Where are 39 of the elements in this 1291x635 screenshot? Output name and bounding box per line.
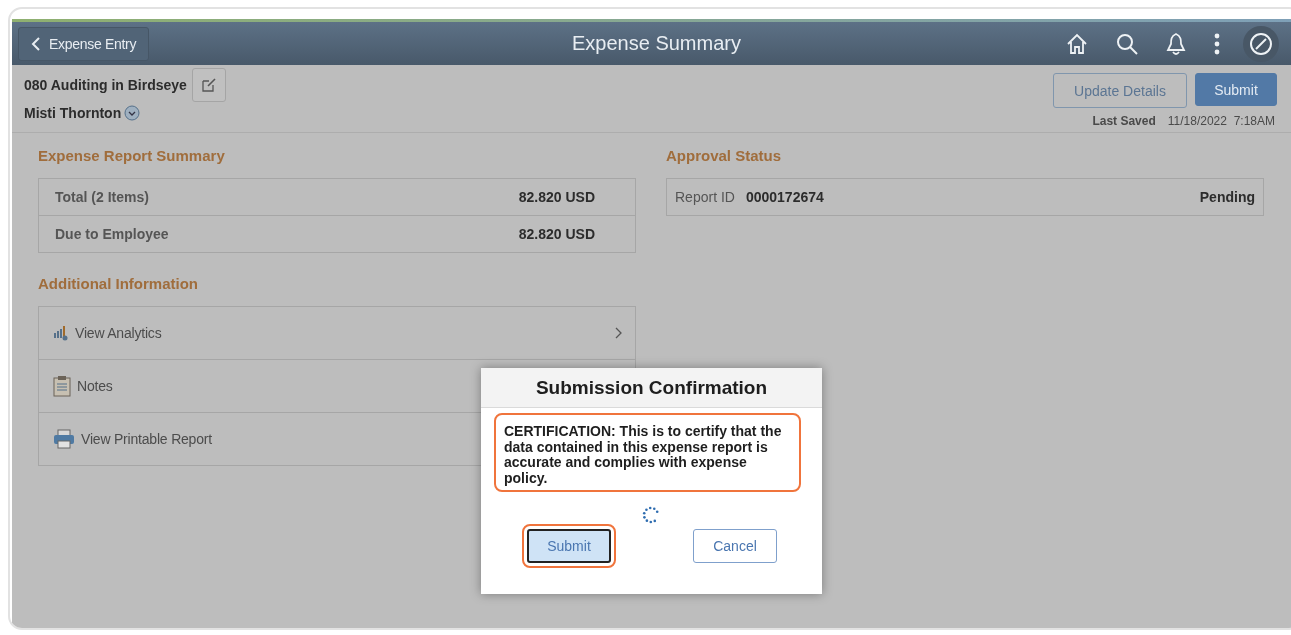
cancel-button[interactable]: Cancel [693, 529, 777, 563]
printer-icon [53, 429, 75, 449]
update-details-button[interactable]: Update Details [1053, 73, 1187, 108]
back-button[interactable]: Expense Entry [18, 26, 150, 61]
home-icon[interactable] [1065, 31, 1089, 56]
search-icon[interactable] [1115, 31, 1139, 56]
submit-button[interactable]: Submit [527, 529, 611, 563]
back-chevron-icon [31, 36, 41, 51]
report-id: 0000172674 [745, 189, 824, 205]
info-item-label: View Printable Report [81, 431, 212, 447]
info-item-label: View Analytics [75, 325, 162, 341]
clipboard-icon [53, 375, 71, 397]
chevron-right-icon [615, 327, 623, 339]
notification-bell-icon[interactable] [1165, 31, 1187, 56]
employee-name: Misti Thornton [24, 105, 122, 121]
info-item-label: Notes [77, 378, 113, 394]
info-list-item[interactable]: View Analytics [39, 307, 635, 360]
section-heading: Approval Status [666, 147, 783, 164]
page-title: Expense Summary [572, 32, 741, 55]
bar-chart-icon [53, 325, 69, 341]
section-heading: Expense Report Summary [38, 147, 226, 164]
report-id-label: Report ID [675, 189, 735, 205]
dropdown-icon[interactable] [124, 105, 141, 121]
submit-button[interactable]: Submit [1195, 73, 1277, 106]
summary-label: Total (2 Items) [55, 189, 149, 205]
edit-icon [200, 77, 217, 93]
approval-status: Pending [1199, 189, 1255, 205]
summary-label: Due to Employee [55, 226, 169, 242]
summary-amount: 82.820 USD [518, 226, 595, 242]
section-heading: Additional Information [38, 275, 199, 292]
compass-icon[interactable] [1243, 25, 1279, 62]
dialog-title: Submission Confirmation [481, 368, 822, 408]
certification-message: CERTIFICATION: This is to certify that the data contained in this expense report is accurate and complies with expense policy. [494, 413, 801, 492]
report-title: 080 Auditing in Birdseye [24, 77, 187, 93]
last-saved-time: 11/18/2022 7:18AM [1167, 114, 1275, 128]
edit-button[interactable] [191, 68, 226, 102]
last-saved-label: Last Saved [1092, 114, 1156, 128]
summary-amount: 82.820 USD [518, 189, 595, 205]
more-options-icon[interactable] [1213, 32, 1221, 55]
